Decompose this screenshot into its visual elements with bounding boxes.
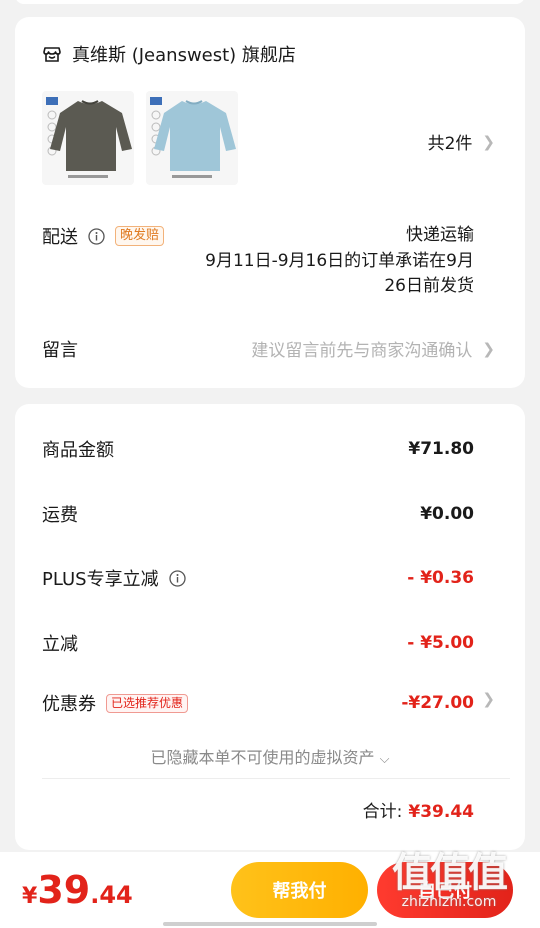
delivery-label: 配送 [42, 227, 78, 248]
store-header[interactable]: 真维斯 (Jeanswest) 旗舰店 [42, 41, 296, 67]
shipping-label: 运费 [42, 505, 78, 526]
price-decimal: .44 [90, 881, 133, 909]
item-count: 共2件 [427, 134, 473, 154]
currency-symbol: ¥ [22, 884, 38, 909]
instant-discount-value: - ¥5.00 [407, 633, 474, 653]
delivery-promise-line1: 9月11日-9月16日的订单承诺在9月 [205, 251, 474, 271]
product-thumbnail[interactable] [146, 91, 238, 185]
payable-price: ¥ 39 .44 [22, 868, 133, 912]
shipping-value: ¥0.00 [420, 504, 474, 524]
plus-discount-row: PLUS专享立减 - ¥0.36 [42, 565, 474, 591]
product-thumbnail[interactable] [42, 91, 134, 185]
coupon-value: -¥27.00 [401, 693, 474, 713]
goods-amount-row: 商品金额 ¥71.80 [42, 436, 474, 462]
goods-amount-value: ¥71.80 [408, 439, 474, 459]
plus-discount-label: PLUS专享立减 [42, 569, 159, 590]
plus-discount-value: - ¥0.36 [407, 568, 474, 588]
message-input[interactable]: 建议留言前先与商家沟通确认 ❯ [251, 336, 495, 362]
info-icon[interactable] [168, 569, 186, 587]
chevron-right-icon: ❯ [482, 132, 495, 151]
delivery-info: 快递运输 9月11日-9月16日的订单承诺在9月 26日前发货 [205, 223, 474, 299]
store-name: 真维斯 (Jeanswest) 旗舰店 [72, 45, 296, 66]
watermark-logo: 值值值 [392, 850, 508, 896]
info-icon[interactable] [88, 227, 105, 245]
instant-discount-label: 立减 [42, 634, 78, 655]
delivery-method: 快递运输 [406, 225, 474, 245]
instant-discount-row: 立减 - ¥5.00 [42, 630, 474, 656]
hidden-assets-toggle[interactable]: 已隐藏本单不可使用的虚拟资产 ⌵ [15, 744, 525, 768]
help-me-pay-button[interactable]: 帮我付 [231, 862, 368, 918]
chevron-down-icon: ⌵ [379, 752, 390, 767]
delivery-promise-line2: 26日前发货 [384, 276, 474, 296]
hidden-assets-text: 已隐藏本单不可使用的虚拟资产 [150, 748, 375, 767]
goods-amount-label: 商品金额 [42, 440, 114, 461]
watermark-url: zhizhizhi.com [401, 894, 497, 910]
total-row: 合计: ¥39.44 [363, 797, 474, 822]
price-summary-card: 商品金额 ¥71.80 运费 ¥0.00 PLUS专享立减 - ¥0.36 立减… [15, 404, 525, 850]
message-placeholder: 建议留言前先与商家沟通确认 [251, 341, 473, 361]
home-indicator[interactable] [163, 922, 377, 926]
total-value: ¥39.44 [408, 802, 474, 822]
coupon-label: 优惠券 [42, 694, 96, 715]
previous-card-edge [15, 0, 525, 4]
divider [42, 778, 510, 779]
delivery-label-group: 配送 晚发赔 [42, 223, 165, 249]
chevron-right-icon[interactable]: ❯ [482, 690, 495, 708]
store-card: 真维斯 (Jeanswest) 旗舰店 共2件 ❯ 配送 晚发赔 快递运输 9月… [15, 17, 525, 388]
late-delivery-badge: 晚发赔 [115, 226, 165, 246]
shipping-row: 运费 ¥0.00 [42, 501, 474, 527]
coupon-recommended-badge: 已选推荐优惠 [106, 693, 189, 713]
price-integer: 39 [37, 868, 91, 912]
total-label: 合计: [362, 802, 403, 822]
chevron-right-icon: ❯ [482, 339, 495, 358]
site-watermark: 值值值 zhizhizhi.com [392, 840, 508, 910]
coupon-row[interactable]: 优惠券 已选推荐优惠 -¥27.00 [42, 690, 474, 716]
store-icon [42, 44, 62, 64]
item-count-link[interactable]: 共2件 ❯ [427, 129, 495, 155]
message-label: 留言 [42, 340, 78, 361]
